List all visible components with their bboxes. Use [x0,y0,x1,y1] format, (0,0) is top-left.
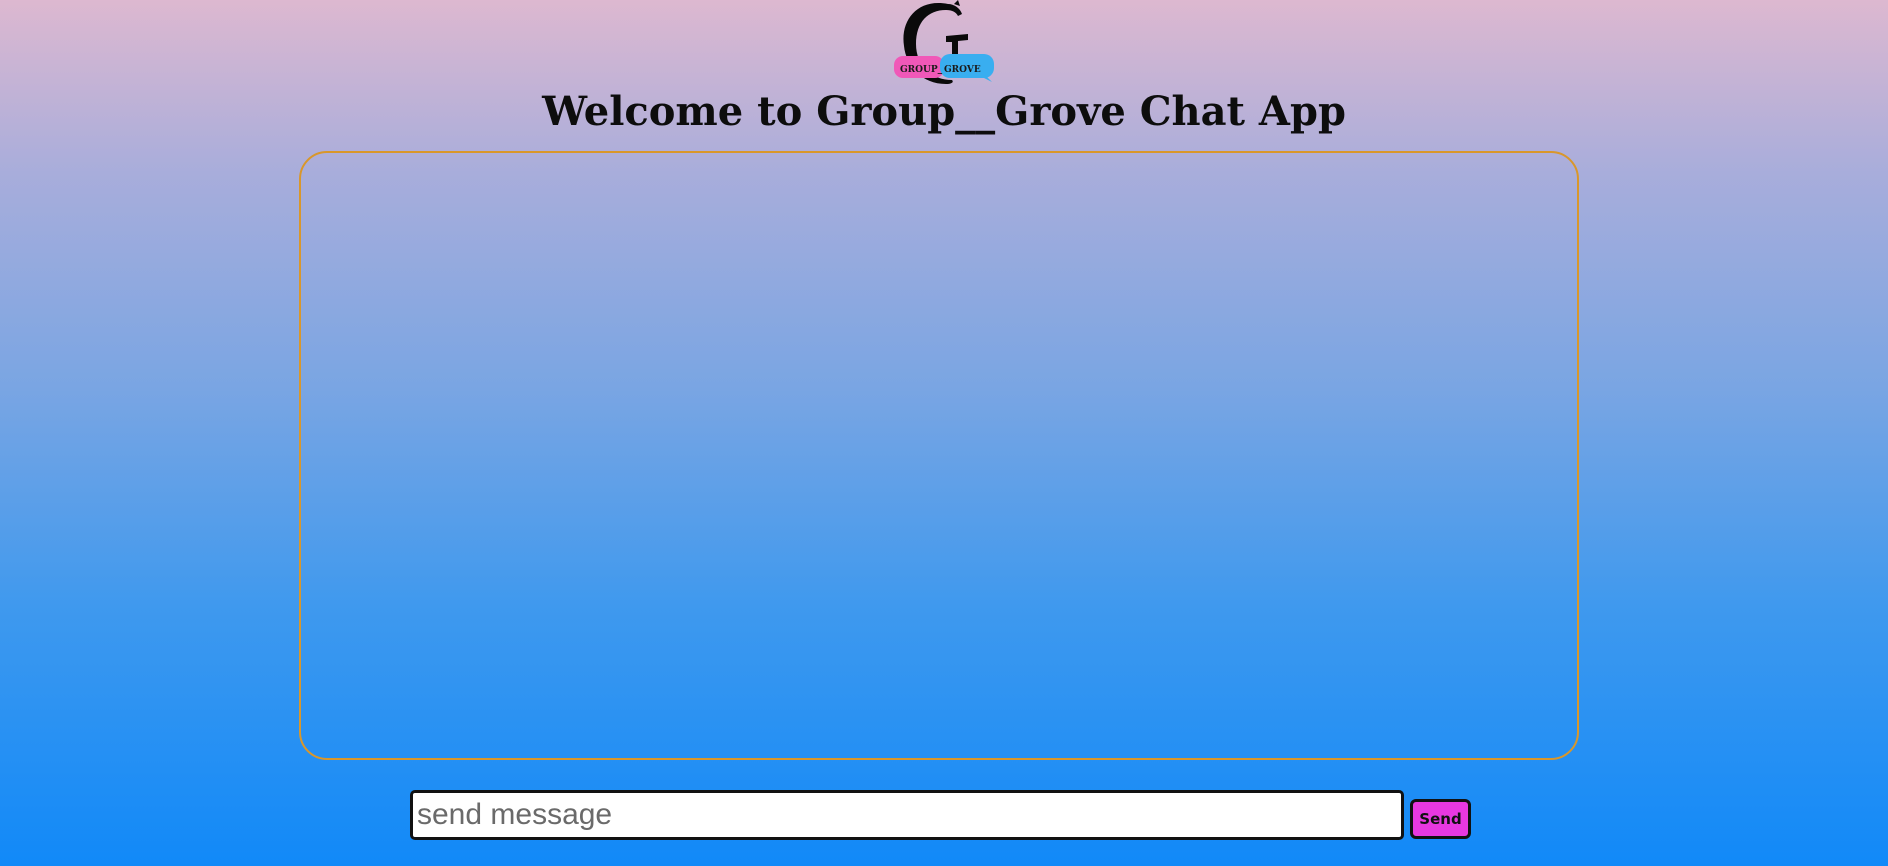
chat-messages-area[interactable] [299,151,1579,760]
message-input[interactable] [410,790,1404,840]
send-button[interactable]: Send [1410,799,1471,839]
logo-right-text: GROVE [944,65,981,75]
logo-left-text: GROUP_ [900,65,943,75]
app-logo: GROUP_ GROVE [888,0,1000,88]
logo-icon: GROUP_ GROVE [894,0,994,85]
page-title: Welcome to Group__Grove Chat App [542,88,1346,135]
